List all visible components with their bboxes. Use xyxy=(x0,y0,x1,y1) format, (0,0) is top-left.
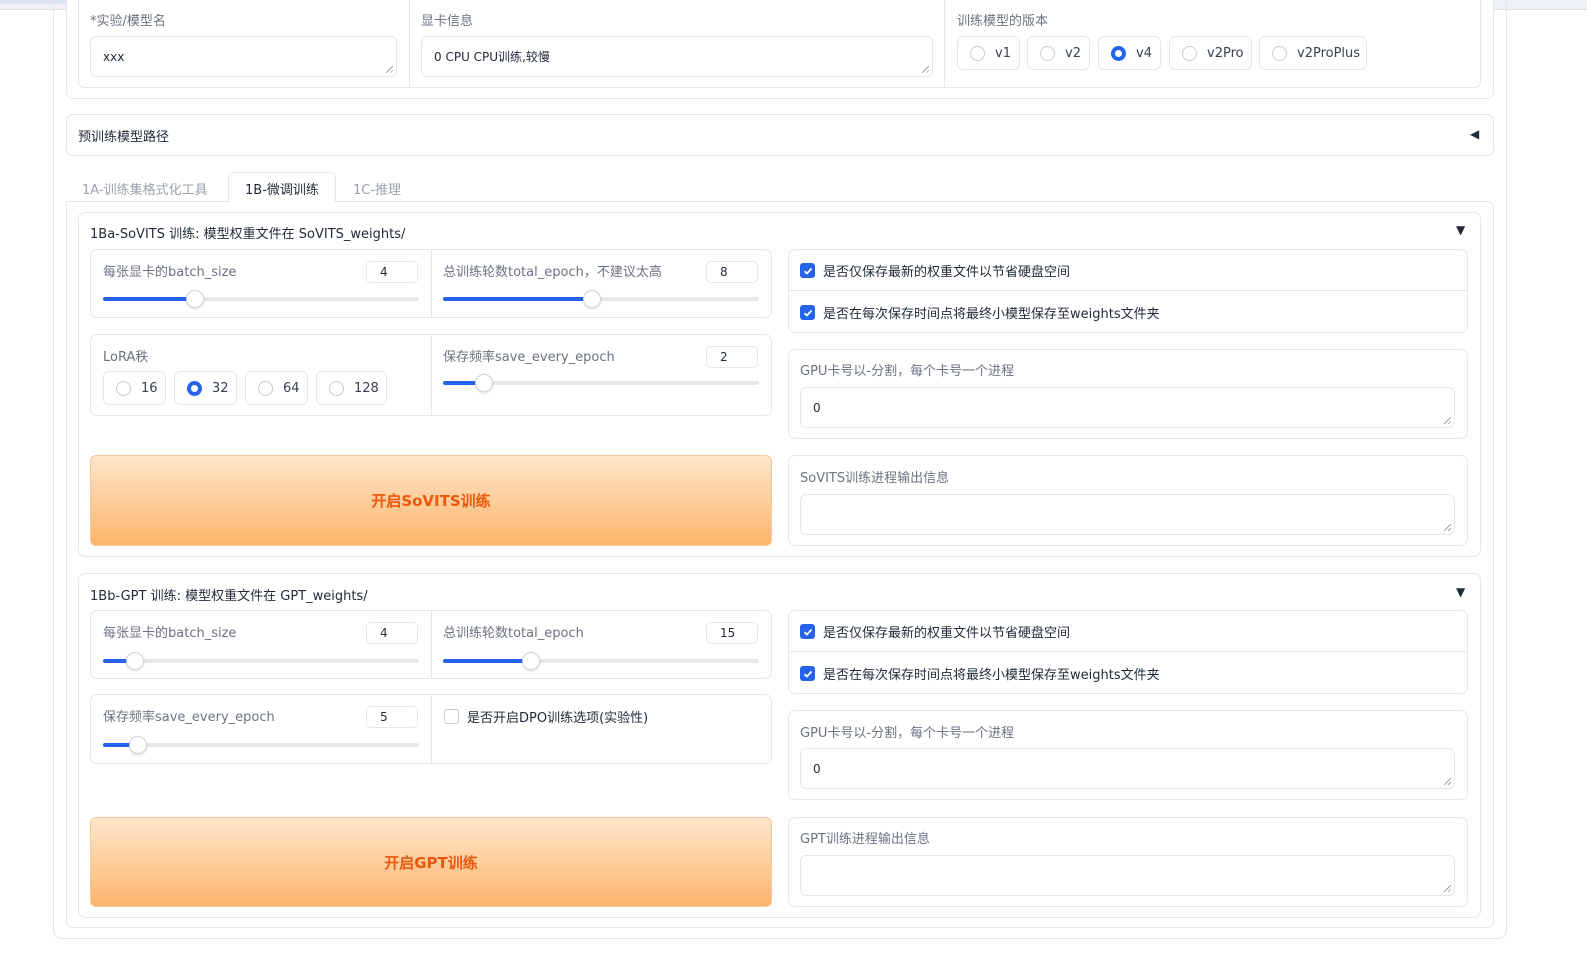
sovits-total-epoch-label: 总训练轮数total_epoch，不建议太高 xyxy=(443,265,662,280)
start-gpt-training-button[interactable]: 开启GPT训练 xyxy=(90,817,772,907)
sovits-total-epoch-input[interactable]: 8 xyxy=(706,261,758,283)
gpt-dpo-checkbox[interactable] xyxy=(444,709,459,724)
gpt-gpu-label: GPU卡号以-分割，每个卡号一个进程 xyxy=(800,726,1015,741)
collapse-down-icon[interactable]: ▼ xyxy=(1456,585,1465,599)
sovits-output-textarea[interactable] xyxy=(800,494,1455,535)
lora-option-label: 64 xyxy=(283,380,300,396)
sovits-total-epoch-slider[interactable] xyxy=(443,289,759,309)
version-option-v2[interactable]: v2 xyxy=(1027,36,1090,70)
gpt-title[interactable]: 1Bb-GPT 训练: 模型权重文件在 GPT_weights/ xyxy=(90,585,368,604)
tab-inference[interactable]: 1C-推理 xyxy=(353,179,401,198)
radio-dot-icon xyxy=(116,380,131,396)
gpt-save-every-label: 保存频率save_every_epoch xyxy=(103,710,275,725)
gpt-total-epoch-input[interactable]: 15 xyxy=(706,622,758,644)
sovits-batch-size-input[interactable]: 4 xyxy=(366,261,418,283)
gpt-batch-size-slider[interactable] xyxy=(103,651,419,671)
gpt-output-textarea[interactable] xyxy=(800,855,1455,896)
sovits-output-label: SoVITS训练进程输出信息 xyxy=(800,471,950,486)
lora-option-128[interactable]: 128 xyxy=(316,371,387,405)
sovits-save-latest-checkbox[interactable] xyxy=(800,263,815,278)
version-option-v4[interactable]: v4 xyxy=(1098,36,1161,70)
pretrained-accordion[interactable] xyxy=(66,114,1494,156)
tab-dataset-format[interactable]: 1A-训练集格式化工具 xyxy=(82,179,208,198)
radio-dot-icon xyxy=(970,45,985,61)
version-label: 训练模型的版本 xyxy=(957,14,1049,29)
sovits-save-every-label: 保存频率save_every_epoch xyxy=(443,350,615,365)
lora-option-label: 32 xyxy=(212,380,229,396)
sovits-save-small-label: 是否在每次保存时间点将最终小模型保存至weights文件夹 xyxy=(823,307,1160,322)
pretrained-label: 预训练模型路径 xyxy=(78,130,170,145)
lora-option-label: 128 xyxy=(354,380,379,396)
radio-dot-icon xyxy=(329,380,344,396)
sovits-batch-size-slider[interactable] xyxy=(103,289,419,309)
radio-dot-icon xyxy=(1111,45,1126,61)
sovits-save-small-checkbox[interactable] xyxy=(800,305,815,320)
gpu-info-input[interactable]: 0 CPU CPU训练,较慢 xyxy=(421,36,933,77)
sovits-gpu-input[interactable]: 0 xyxy=(800,387,1455,428)
gpt-output-label: GPT训练进程输出信息 xyxy=(800,832,930,847)
sovits-gpu-label: GPU卡号以-分割，每个卡号一个进程 xyxy=(800,364,1015,379)
model-name-input[interactable]: xxx xyxy=(90,36,397,77)
gpt-batch-size-label: 每张显卡的batch_size xyxy=(103,626,237,641)
sovits-save-latest-label: 是否仅保存最新的权重文件以节省硬盘空间 xyxy=(823,265,1071,280)
gpt-save-small-label: 是否在每次保存时间点将最终小模型保存至weights文件夹 xyxy=(823,668,1160,683)
lora-option-64[interactable]: 64 xyxy=(245,371,308,405)
sovits-save-every-input[interactable]: 2 xyxy=(706,346,758,368)
tab-finetune[interactable]: 1B-微调训练 xyxy=(228,172,336,202)
gpt-gpu-input[interactable]: 0 xyxy=(800,748,1455,789)
version-option-label: v4 xyxy=(1136,45,1152,61)
lora-option-label: 16 xyxy=(141,380,158,396)
gpt-save-latest-checkbox[interactable] xyxy=(800,624,815,639)
radio-dot-icon xyxy=(187,380,202,396)
gpt-save-every-slider[interactable] xyxy=(103,735,419,755)
lora-option-32[interactable]: 32 xyxy=(174,371,237,405)
version-option-label: v2Pro xyxy=(1207,45,1244,61)
version-option-v2proplus[interactable]: v2ProPlus xyxy=(1259,36,1367,70)
gpt-save-latest-label: 是否仅保存最新的权重文件以节省硬盘空间 xyxy=(823,626,1071,641)
version-option-label: v1 xyxy=(995,45,1011,61)
collapse-left-icon[interactable]: ◀ xyxy=(1470,127,1479,141)
gpt-dpo-label: 是否开启DPO训练选项(实验性) xyxy=(467,711,649,726)
gpt-total-epoch-label: 总训练轮数total_epoch xyxy=(443,626,584,641)
gpt-batch-size-input[interactable]: 4 xyxy=(366,622,418,644)
sovits-save-every-slider[interactable] xyxy=(443,373,759,393)
gpt-save-every-input[interactable]: 5 xyxy=(366,706,418,728)
radio-dot-icon xyxy=(1040,45,1055,61)
gpu-info-label: 显卡信息 xyxy=(421,14,474,29)
lora-option-16[interactable]: 16 xyxy=(103,371,166,405)
version-option-label: v2ProPlus xyxy=(1297,45,1361,61)
gpt-total-epoch-slider[interactable] xyxy=(443,651,759,671)
lora-rank-label: LoRA秩 xyxy=(103,350,149,365)
version-option-v2pro[interactable]: v2Pro xyxy=(1169,36,1252,70)
start-sovits-training-button[interactable]: 开启SoVITS训练 xyxy=(90,455,772,546)
model-name-label: *实验/模型名 xyxy=(90,14,166,29)
sovits-batch-size-label: 每张显卡的batch_size xyxy=(103,265,237,280)
collapse-down-icon[interactable]: ▼ xyxy=(1456,223,1465,237)
version-option-label: v2 xyxy=(1065,45,1081,61)
radio-dot-icon xyxy=(1272,45,1287,61)
radio-dot-icon xyxy=(1182,45,1197,61)
version-option-v1[interactable]: v1 xyxy=(957,36,1020,70)
radio-dot-icon xyxy=(258,380,273,396)
sovits-title[interactable]: 1Ba-SoVITS 训练: 模型权重文件在 SoVITS_weights/ xyxy=(90,223,405,242)
gpt-save-small-checkbox[interactable] xyxy=(800,666,815,681)
